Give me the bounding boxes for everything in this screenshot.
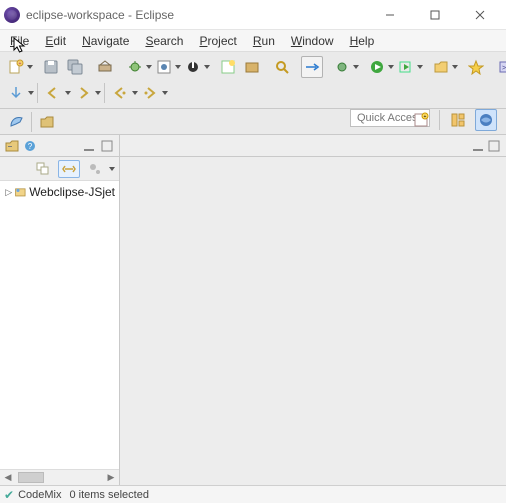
svg-text:+: + (19, 61, 22, 67)
titlebar: eclipse-workspace - Eclipse (0, 0, 506, 30)
save-button[interactable] (40, 56, 62, 78)
menubar: File Edit Navigate Search Project Run Wi… (0, 30, 506, 52)
link-with-editor-button[interactable] (58, 160, 80, 178)
editor-area (120, 135, 506, 485)
open-type-button[interactable] (153, 56, 175, 78)
java-perspective-button[interactable] (447, 109, 469, 131)
menu-project[interactable]: Project (193, 32, 242, 50)
new-project-button[interactable] (430, 56, 452, 78)
status-bar: ✔ CodeMix 0 items selected (0, 485, 506, 503)
run-last-dropdown[interactable] (417, 56, 423, 78)
scroll-left-arrow[interactable]: ◀ (0, 470, 16, 485)
menu-help[interactable]: Help (344, 32, 381, 50)
coverage-button[interactable] (182, 56, 204, 78)
forward-button[interactable] (72, 82, 94, 104)
focus-task-button[interactable] (84, 160, 106, 178)
back-button[interactable] (42, 82, 64, 104)
project-explorer-view: ? ▷ Webclipse-JSjet ◀ ▶ (0, 135, 120, 485)
bookmark-button[interactable] (465, 56, 487, 78)
debug-button[interactable] (124, 56, 146, 78)
editor-maximize-button[interactable] (486, 138, 502, 154)
menu-search[interactable]: Search (139, 32, 189, 50)
new-button[interactable]: + (5, 56, 27, 78)
run-dropdown[interactable] (388, 56, 394, 78)
horizontal-scrollbar[interactable]: ◀ ▶ (0, 469, 119, 485)
coverage-dropdown[interactable] (204, 56, 210, 78)
launchbar-mode[interactable] (5, 111, 27, 133)
eclipse-app-icon (4, 7, 20, 23)
new-project-dropdown[interactable] (452, 56, 458, 78)
svg-text:>_: >_ (502, 65, 506, 72)
pin-editor-button[interactable] (301, 56, 323, 78)
window-title: eclipse-workspace - Eclipse (26, 8, 174, 22)
forward-dropdown[interactable] (94, 82, 101, 104)
project-tree[interactable]: ▷ Webclipse-JSjet (0, 181, 119, 469)
new-java-button[interactable] (217, 56, 239, 78)
skip-breakpoints-button[interactable] (331, 56, 353, 78)
prev-annotation-dropdown[interactable] (131, 82, 138, 104)
terminal-button[interactable]: >_ (495, 56, 506, 78)
workbench: ? ▷ Webclipse-JSjet ◀ ▶ (0, 135, 506, 485)
step-into-button[interactable] (5, 82, 27, 104)
explorer-tab-icon[interactable] (4, 138, 20, 154)
open-perspective-button[interactable]: + (410, 109, 432, 131)
scroll-thumb[interactable] (18, 472, 44, 483)
next-annotation-dropdown[interactable] (161, 82, 168, 104)
expand-icon[interactable]: ▷ (4, 187, 14, 198)
main-toolbar: + >_ (0, 52, 506, 109)
run-last-button[interactable] (395, 56, 417, 78)
status-brand: CodeMix (18, 489, 61, 501)
menu-run[interactable]: Run (247, 32, 281, 50)
open-type-dropdown[interactable] (175, 56, 181, 78)
skip-breakpoints-dropdown[interactable] (353, 56, 359, 78)
svg-text:+: + (424, 114, 427, 120)
project-tree-item[interactable]: ▷ Webclipse-JSjet (0, 183, 119, 201)
window-close-button[interactable] (457, 1, 502, 29)
menu-edit[interactable]: Edit (39, 32, 72, 50)
launchbar-config[interactable] (36, 111, 58, 133)
project-label: Webclipse-JSjet (29, 185, 115, 199)
window-maximize-button[interactable] (412, 1, 457, 29)
svg-text:?: ? (28, 142, 33, 151)
status-check-icon: ✔ (4, 488, 14, 502)
debug-dropdown[interactable] (146, 56, 152, 78)
view-menu-button[interactable] (108, 158, 115, 180)
prev-annotation-button[interactable] (109, 82, 131, 104)
next-annotation-button[interactable] (139, 82, 161, 104)
save-all-button[interactable] (64, 56, 86, 78)
project-icon (14, 184, 27, 200)
step-into-dropdown[interactable] (27, 82, 34, 104)
view-minimize-button[interactable] (81, 138, 97, 154)
scroll-right-arrow[interactable]: ▶ (103, 470, 119, 485)
status-selection-text: 0 items selected (69, 489, 148, 501)
resource-perspective-button[interactable] (475, 109, 497, 131)
editor-empty-area[interactable] (120, 157, 506, 485)
menu-file[interactable]: File (4, 32, 35, 50)
menu-navigate[interactable]: Navigate (76, 32, 135, 50)
run-button[interactable] (366, 56, 388, 78)
menu-window[interactable]: Window (285, 32, 340, 50)
back-dropdown[interactable] (64, 82, 71, 104)
explorer-help-icon[interactable]: ? (22, 138, 38, 154)
view-maximize-button[interactable] (99, 138, 115, 154)
new-dropdown[interactable] (27, 56, 33, 78)
build-button[interactable] (94, 56, 116, 78)
editor-minimize-button[interactable] (470, 138, 486, 154)
collapse-all-button[interactable] (32, 160, 54, 178)
window-minimize-button[interactable] (367, 1, 412, 29)
search-button[interactable] (271, 56, 293, 78)
new-package-button[interactable] (241, 56, 263, 78)
